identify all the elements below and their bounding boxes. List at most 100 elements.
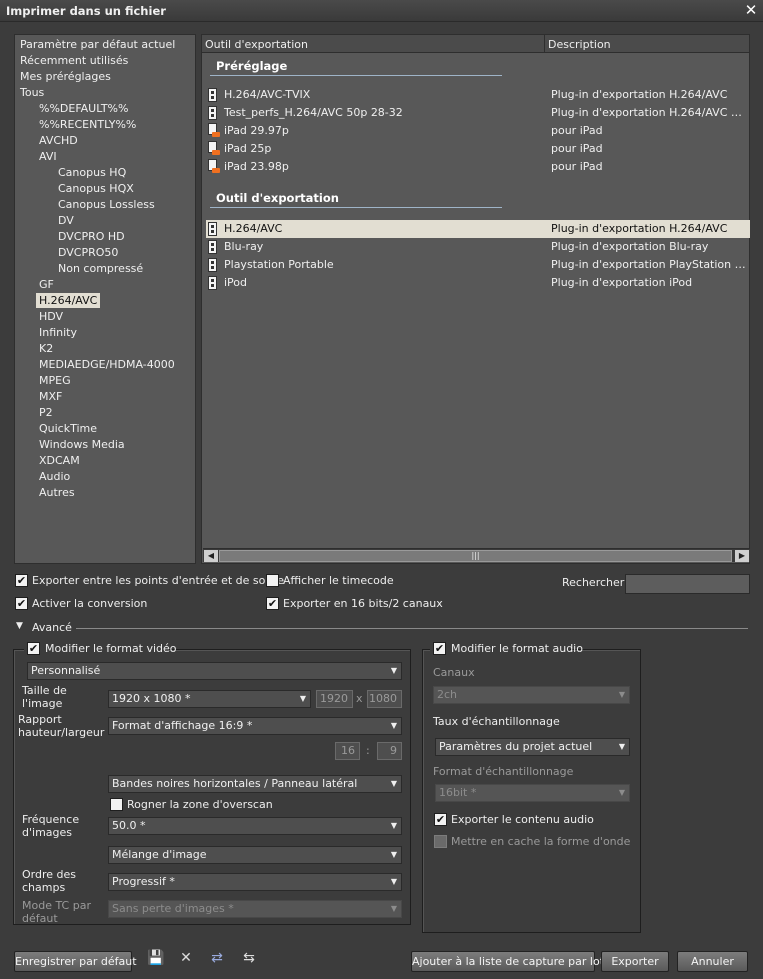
tree-item[interactable]: Audio xyxy=(39,469,70,484)
sample-rate-dropdown[interactable]: Paramètres du projet actuel xyxy=(435,738,630,756)
channels-dropdown[interactable]: 2ch xyxy=(433,686,630,704)
tree-item[interactable]: MXF xyxy=(39,389,62,404)
export-list[interactable]: Outil d'exportation Description Prérégla… xyxy=(201,34,750,564)
tree-item[interactable]: Tous xyxy=(20,85,44,100)
frame-width-field[interactable]: 1920 xyxy=(316,690,353,708)
list-item-name: Blu-ray xyxy=(224,240,264,253)
frame-rate-dropdown[interactable]: 50.0 * xyxy=(108,817,402,835)
col-header-tool[interactable]: Outil d'exportation xyxy=(205,38,308,51)
tree-item[interactable]: GF xyxy=(39,277,54,292)
close-icon[interactable]: ✕ xyxy=(743,2,759,18)
channels-label: Canaux xyxy=(433,666,475,679)
frame-blend-dropdown[interactable]: Mélange d'image xyxy=(108,846,402,864)
add-batch-button[interactable]: Ajouter à la liste de capture par lots xyxy=(411,951,610,972)
film-icon xyxy=(208,258,217,272)
list-item[interactable]: H.264/AVC Plug-in d'exportation H.264/AVC xyxy=(206,220,750,238)
tree-item[interactable]: HDV xyxy=(39,309,63,324)
tree-item[interactable]: MPEG xyxy=(39,373,71,388)
video-preset-dropdown[interactable]: Personnalisé xyxy=(27,662,402,680)
category-tree[interactable]: Paramètre par défaut actuel Récemment uti… xyxy=(14,34,196,564)
tree-item[interactable]: Mes préréglages xyxy=(20,69,111,84)
size-separator: x xyxy=(356,692,363,705)
tree-item[interactable]: AVI xyxy=(39,149,57,164)
film-icon xyxy=(208,276,217,290)
title-bar: Imprimer dans un fichier ✕ xyxy=(0,0,763,22)
show-timecode-checkbox[interactable] xyxy=(266,574,279,587)
list-item[interactable]: iPod Plug-in d'exportation iPod xyxy=(206,274,750,292)
tree-item[interactable]: Paramètre par défaut actuel xyxy=(20,37,175,52)
scroll-thumb[interactable]: ||| xyxy=(219,550,732,562)
tree-item[interactable]: %%RECENTLY%% xyxy=(39,117,136,132)
list-header: Outil d'exportation Description xyxy=(202,35,749,53)
tree-item[interactable]: H.264/AVC xyxy=(36,293,101,308)
import-icon[interactable]: ⇄ xyxy=(209,950,225,966)
tree-item[interactable]: Autres xyxy=(39,485,75,500)
tree-item[interactable]: DV xyxy=(58,213,74,228)
list-item[interactable]: Test_perfs_H.264/AVC 50p 28-32 Plug-in d'… xyxy=(206,104,750,122)
field-order-dropdown[interactable]: Progressif * xyxy=(108,873,402,891)
tree-item[interactable]: Windows Media xyxy=(39,437,125,452)
list-item[interactable]: H.264/AVC-TVIX Plug-in d'exportation H.26… xyxy=(206,86,750,104)
film-icon xyxy=(208,106,217,120)
scroll-right-icon[interactable]: ▶ xyxy=(735,550,749,562)
list-item[interactable]: iPad 23.98p pour iPad xyxy=(206,158,750,176)
tree-item[interactable]: Non compressé xyxy=(58,261,143,276)
modify-audio-checkbox[interactable]: ✔ xyxy=(433,642,446,655)
advanced-label[interactable]: Avancé xyxy=(32,621,72,634)
list-item[interactable]: Blu-ray Plug-in d'exportation Blu-ray xyxy=(206,238,750,256)
cancel-button[interactable]: Annuler xyxy=(677,951,748,972)
search-input[interactable] xyxy=(625,574,750,594)
tree-item[interactable]: QuickTime xyxy=(39,421,97,436)
tree-item[interactable]: K2 xyxy=(39,341,53,356)
cache-waveform-checkbox[interactable] xyxy=(434,835,447,848)
list-item-description: Plug-in d'exportation H.264/AVC xyxy=(551,222,728,235)
field-order-label: Ordre des champs xyxy=(22,868,76,894)
save-icon[interactable]: 💾 xyxy=(147,950,164,966)
tree-item[interactable]: MEDIAEDGE/HDMA-4000 xyxy=(39,357,175,372)
list-item-name: iPad 23.98p xyxy=(224,160,289,173)
export-16bit-label: Exporter en 16 bits/2 canaux xyxy=(283,597,443,610)
list-item[interactable]: iPad 25p pour iPad xyxy=(206,140,750,158)
aspect-ratio-dropdown[interactable]: Format d'affichage 16:9 * xyxy=(108,717,402,735)
enable-conversion-checkbox[interactable]: ✔ xyxy=(15,597,28,610)
frame-size-dropdown[interactable]: 1920 x 1080 * xyxy=(108,690,311,708)
tree-item[interactable]: DVCPRO HD xyxy=(58,229,125,244)
horizontal-scrollbar[interactable]: ◀ ||| ▶ xyxy=(203,548,750,562)
tree-item[interactable]: DVCPRO50 xyxy=(58,245,118,260)
save-default-button[interactable]: Enregistrer par défaut xyxy=(14,951,137,972)
advanced-toggle-icon[interactable]: ▼ xyxy=(16,621,23,631)
ratio-height-field[interactable]: 9 xyxy=(377,742,402,760)
sample-format-dropdown[interactable]: 16bit * xyxy=(435,784,630,802)
tree-item[interactable]: Canopus Lossless xyxy=(58,197,155,212)
modify-video-checkbox[interactable]: ✔ xyxy=(27,642,40,655)
tree-item[interactable]: P2 xyxy=(39,405,53,420)
export-button[interactable]: Exporter xyxy=(601,951,669,972)
export-preset-icon[interactable]: ⇆ xyxy=(241,950,257,966)
tree-item[interactable]: Récemment utilisés xyxy=(20,53,128,68)
tc-mode-dropdown[interactable]: Sans perte d'images * xyxy=(108,900,402,918)
list-item[interactable]: iPad 29.97p pour iPad xyxy=(206,122,750,140)
delete-icon[interactable]: ✕ xyxy=(178,950,194,966)
list-item[interactable]: Playstation Portable Plug-in d'exportatio… xyxy=(206,256,750,274)
crop-overscan-label: Rogner la zone d'overscan xyxy=(127,798,273,811)
tree-item[interactable]: Infinity xyxy=(39,325,77,340)
tree-item[interactable]: Canopus HQX xyxy=(58,181,134,196)
export-audio-checkbox[interactable]: ✔ xyxy=(434,813,447,826)
list-item-name: Test_perfs_H.264/AVC 50p 28-32 xyxy=(224,106,403,119)
list-item-description: Plug-in d'exportation H.264/AVC xyxy=(551,88,728,101)
ratio-width-field[interactable]: 16 xyxy=(335,742,360,760)
export-inout-checkbox[interactable]: ✔ xyxy=(15,574,28,587)
tree-item[interactable]: %%DEFAULT%% xyxy=(39,101,128,116)
col-header-description[interactable]: Description xyxy=(548,38,611,51)
preset-film-icon xyxy=(208,123,220,137)
letterbox-dropdown[interactable]: Bandes noires horizontales / Panneau lat… xyxy=(108,775,402,793)
crop-overscan-checkbox[interactable] xyxy=(110,798,123,811)
tree-item[interactable]: Canopus HQ xyxy=(58,165,126,180)
tree-item[interactable]: AVCHD xyxy=(39,133,78,148)
tree-item[interactable]: XDCAM xyxy=(39,453,80,468)
frame-height-field[interactable]: 1080 xyxy=(367,690,402,708)
scroll-left-icon[interactable]: ◀ xyxy=(204,550,218,562)
export-16bit-checkbox[interactable]: ✔ xyxy=(266,597,279,610)
frame-size-label: Taille de l'image xyxy=(22,684,67,710)
preset-film-icon xyxy=(208,141,220,155)
